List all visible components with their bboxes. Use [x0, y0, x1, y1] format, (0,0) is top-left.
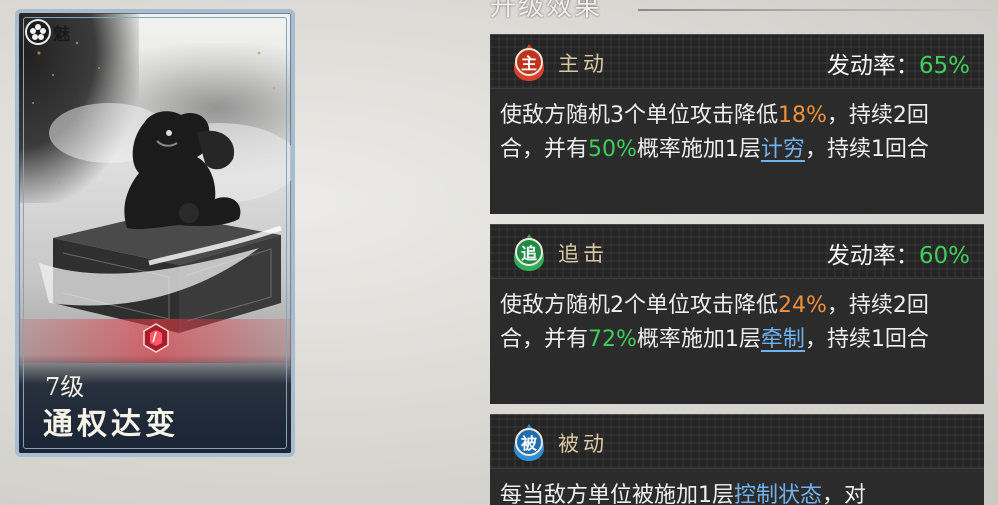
- status-link-qianzhi[interactable]: 牵制: [761, 327, 805, 352]
- card-title: 通权达变: [43, 407, 179, 442]
- faction-badge: 魅: [25, 17, 89, 47]
- skill-icon-char: 主: [515, 48, 543, 76]
- desc-text: 使敌方随机2个单位攻击降低: [500, 293, 778, 318]
- skill-panel-pursuit: 追 追击 发动率：60% 使敌方随机2个单位攻击降低24%，持续2回合，并有72…: [490, 224, 984, 404]
- skill-description: 每当敌方单位被施加1层控制状态，对: [490, 469, 984, 505]
- desc-text: 每当敌方单位被施加1层: [500, 483, 734, 505]
- desc-chance: 50%: [588, 137, 637, 162]
- desc-text: ，持续1回合: [804, 137, 929, 162]
- skill-type: 主动: [558, 52, 608, 76]
- desc-text: 概率施加1层: [636, 327, 761, 352]
- desc-text: 使敌方随机3个单位攻击降低: [500, 103, 778, 128]
- fire-green-icon: 追: [510, 232, 548, 272]
- flower-crest-icon: [25, 19, 51, 45]
- fire-red-icon: 主: [510, 42, 548, 82]
- desc-text: 概率施加1层: [636, 137, 761, 162]
- skill-header: 被 被动: [490, 415, 984, 469]
- rate-value: 65%: [918, 53, 970, 79]
- skill-icon-char: 被: [515, 428, 543, 456]
- rate-value: 60%: [918, 243, 970, 269]
- desc-text: ，对: [822, 483, 867, 505]
- status-link-jiqiong[interactable]: 计穷: [761, 137, 805, 162]
- heading-divider: [638, 9, 998, 11]
- status-link-control[interactable]: 控制状态: [734, 483, 822, 505]
- rate-label: 发动率：: [826, 53, 919, 79]
- rate-label: 发动率：: [826, 243, 919, 269]
- skill-card[interactable]: 魅 7级 通权达变: [15, 9, 295, 457]
- skill-icon-char: 追: [515, 238, 543, 266]
- skill-rate: 发动率：60%: [827, 236, 970, 270]
- skill-header: 主 主动 发动率：65%: [490, 35, 984, 89]
- desc-value: 18%: [778, 103, 827, 128]
- skill-description: 使敌方随机2个单位攻击降低24%，持续2回合，并有72%概率施加1层牵制，持续1…: [490, 279, 984, 357]
- rank-gem-icon: [143, 323, 169, 353]
- skill-rate: 发动率：65%: [827, 46, 970, 80]
- skill-header: 追 追击 发动率：60%: [490, 225, 984, 279]
- card-level: 7级: [45, 373, 85, 401]
- skill-panel-passive: 被 被动 每当敌方单位被施加1层控制状态，对: [490, 414, 984, 505]
- desc-chance: 72%: [588, 327, 637, 352]
- skill-panel-active: 主 主动 发动率：65% 使敌方随机3个单位攻击降低18%，持续2回合，并有50…: [490, 34, 984, 214]
- desc-text: ，持续1回合: [804, 327, 929, 352]
- skill-description: 使敌方随机3个单位攻击降低18%，持续2回合，并有50%概率施加1层计穷，持续1…: [490, 89, 984, 167]
- upgrade-effects-heading: 升级效果: [490, 0, 603, 22]
- skill-type: 被动: [558, 432, 608, 456]
- fire-blue-icon: 被: [510, 422, 548, 462]
- badge-label: 魅: [53, 24, 70, 45]
- skill-type: 追击: [558, 242, 608, 266]
- desc-value: 24%: [778, 293, 827, 318]
